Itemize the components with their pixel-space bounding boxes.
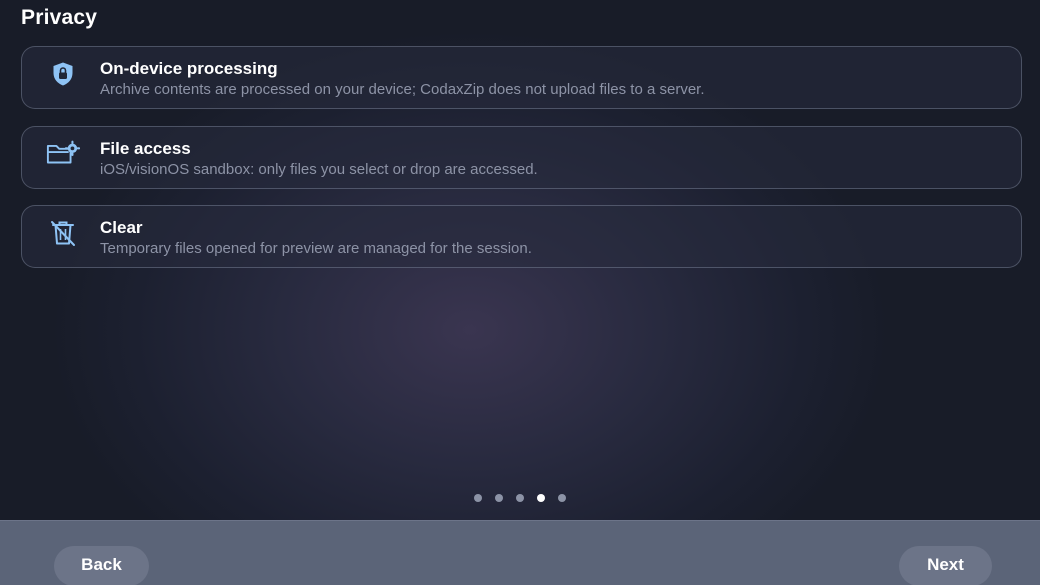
- page-title: Privacy: [21, 6, 98, 29]
- privacy-item-clear: Clear Temporary files opened for preview…: [21, 205, 1022, 268]
- page-dot-3[interactable]: [516, 494, 524, 502]
- page-indicator: [474, 494, 566, 502]
- item-title: Clear: [100, 218, 143, 237]
- trash-slash-icon: [46, 218, 80, 248]
- item-title: File access: [100, 139, 191, 158]
- item-description: iOS/visionOS sandbox: only files you sel…: [100, 161, 538, 178]
- item-description: Archive contents are processed on your d…: [100, 81, 705, 98]
- page-dot-4-active[interactable]: [537, 494, 545, 502]
- item-description: Temporary files opened for preview are m…: [100, 240, 532, 257]
- footer-bar: Back Next: [0, 520, 1040, 585]
- privacy-item-on-device-processing: On-device processing Archive contents ar…: [21, 46, 1022, 109]
- privacy-item-file-access: File access iOS/visionOS sandbox: only f…: [21, 126, 1022, 189]
- back-button[interactable]: Back: [54, 546, 149, 585]
- page-dot-2[interactable]: [495, 494, 503, 502]
- page-dot-5[interactable]: [558, 494, 566, 502]
- page-dot-1[interactable]: [474, 494, 482, 502]
- item-title: On-device processing: [100, 59, 278, 78]
- folder-gear-icon: [46, 139, 80, 169]
- next-button[interactable]: Next: [899, 546, 992, 585]
- shield-lock-icon: [46, 59, 80, 89]
